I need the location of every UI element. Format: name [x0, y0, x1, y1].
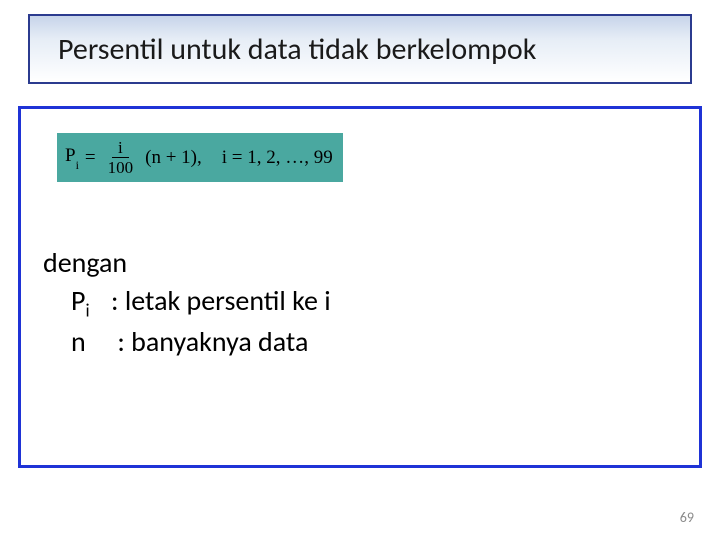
formula-range: i = 1, 2, …, 99 — [222, 147, 333, 169]
slide-title: Persentil untuk data tidak berkelompok — [58, 31, 536, 68]
definition-pi-base: P — [71, 283, 85, 318]
formula-box: Pi = i 100 (n + 1), i = 1, 2, …, 99 — [57, 133, 343, 182]
definition-pi-desc: : letak persentil ke i — [111, 282, 331, 323]
formula-fraction: i 100 — [104, 139, 138, 176]
definition-n: n : banyaknya data — [43, 323, 677, 361]
definition-pi: Pi : letak persentil ke i — [43, 282, 677, 323]
fraction-denominator: 100 — [104, 158, 138, 176]
formula-eq: = — [85, 147, 96, 169]
definition-pi-sub: i — [85, 299, 89, 321]
definitions: dengan Pi : letak persentil ke i n : ban… — [43, 244, 677, 360]
formula-tail: (n + 1), — [145, 147, 202, 169]
definition-pi-symbol: Pi — [71, 282, 111, 323]
slide: Persentil untuk data tidak berkelompok P… — [0, 0, 720, 540]
title-box: Persentil untuk data tidak berkelompok — [28, 14, 692, 84]
definition-n-desc: : banyaknya data — [117, 323, 308, 361]
formula-lhs-sub: i — [76, 158, 79, 172]
formula-lhs-base: P — [65, 145, 76, 166]
page-number: 69 — [680, 509, 694, 526]
formula-lhs: Pi — [65, 145, 79, 170]
fraction-numerator: i — [112, 139, 129, 158]
definitions-lead: dengan — [43, 244, 677, 282]
content-box: Pi = i 100 (n + 1), i = 1, 2, …, 99 deng… — [18, 106, 702, 468]
formula: Pi = i 100 (n + 1), i = 1, 2, …, 99 — [65, 139, 333, 176]
definition-n-symbol: n — [71, 323, 111, 361]
